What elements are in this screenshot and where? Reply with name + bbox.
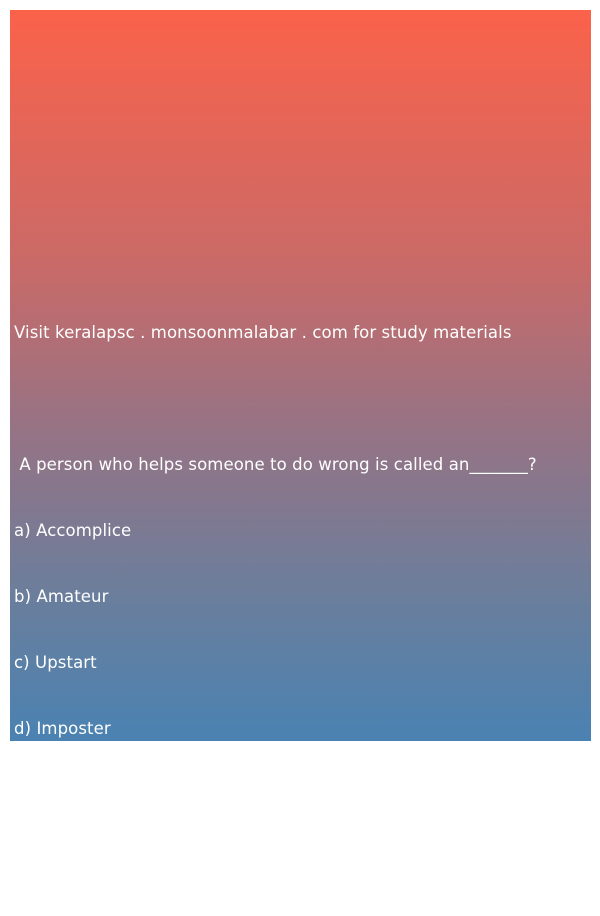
option-a: a) Accomplice	[14, 521, 132, 540]
answer-text: Answer: Accomplice	[14, 851, 182, 870]
visit-text: Visit keralapsc . monsoonmalabar . com f…	[14, 323, 512, 342]
option-d: d) Imposter	[14, 719, 111, 738]
card-content: Visit keralapsc . monsoonmalabar . com f…	[14, 278, 587, 916]
option-c: c) Upstart	[14, 653, 97, 672]
question-text: A person who helps someone to do wrong i…	[14, 455, 537, 474]
option-b: b) Amateur	[14, 587, 109, 606]
question-card: Visit keralapsc . monsoonmalabar . com f…	[10, 10, 591, 870]
